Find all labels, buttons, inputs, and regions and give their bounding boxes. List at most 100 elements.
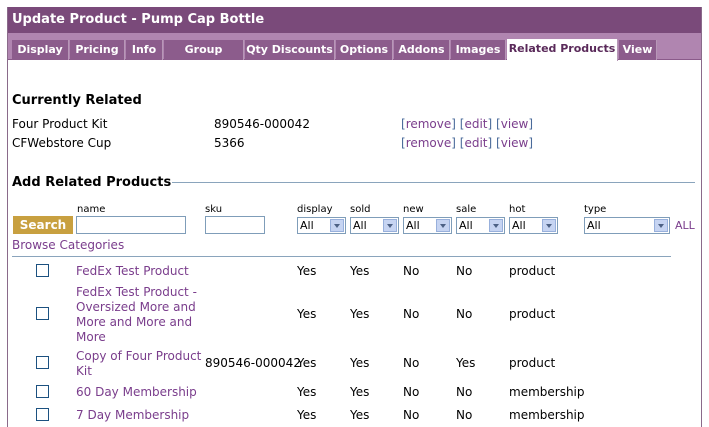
type-value: membership bbox=[509, 408, 585, 422]
tab-display[interactable]: Display bbox=[12, 40, 69, 60]
all-link[interactable]: ALL bbox=[675, 219, 695, 232]
name-search-input[interactable] bbox=[76, 216, 186, 234]
sold-filter-label: sold bbox=[350, 204, 371, 215]
sku-search-input[interactable] bbox=[205, 216, 265, 234]
new-value: No bbox=[403, 356, 420, 370]
select-checkbox[interactable] bbox=[36, 356, 49, 369]
product-link[interactable]: FedEx Test Product bbox=[76, 264, 189, 279]
product-link[interactable]: FedEx Test Product - Oversized More and … bbox=[76, 285, 197, 345]
currently-related-heading: Currently Related bbox=[12, 93, 142, 108]
new-value: No bbox=[403, 385, 420, 399]
sold-value: Yes bbox=[350, 408, 370, 422]
related-item-actions: [remove] [edit] [view] bbox=[401, 117, 534, 131]
related-item-name: Four Product Kit bbox=[12, 117, 108, 131]
display-value: Yes bbox=[297, 356, 317, 370]
chevron-down-icon bbox=[654, 219, 668, 232]
new-select-value: All bbox=[406, 219, 420, 232]
new-value: No bbox=[403, 264, 420, 278]
view-link[interactable]: view bbox=[501, 136, 529, 150]
product-name-line: More and More and bbox=[76, 315, 193, 329]
display-value: Yes bbox=[297, 264, 317, 278]
new-select[interactable]: All bbox=[403, 217, 452, 234]
add-related-heading: Add Related Products bbox=[12, 175, 172, 190]
section-divider bbox=[172, 182, 695, 183]
tab-related-products[interactable]: Related Products bbox=[507, 39, 618, 61]
product-name-line: Oversized More and bbox=[76, 300, 196, 314]
new-filter-label: new bbox=[403, 204, 424, 215]
edit-link[interactable]: edit bbox=[464, 117, 487, 131]
sale-value: No bbox=[456, 385, 473, 399]
type-value: product bbox=[509, 264, 556, 278]
type-filter-label: type bbox=[584, 204, 607, 215]
hot-filter-label: hot bbox=[509, 204, 526, 215]
type-value: membership bbox=[509, 385, 585, 399]
new-value: No bbox=[403, 307, 420, 321]
product-link[interactable]: 60 Day Membership bbox=[76, 385, 197, 400]
sale-select[interactable]: All bbox=[456, 217, 505, 234]
edit-link[interactable]: edit bbox=[464, 136, 487, 150]
chevron-down-icon bbox=[489, 219, 503, 232]
sold-value: Yes bbox=[350, 356, 370, 370]
remove-link[interactable]: remove bbox=[406, 136, 452, 150]
sold-value: Yes bbox=[350, 307, 370, 321]
sale-select-value: All bbox=[459, 219, 473, 232]
type-select[interactable]: All bbox=[584, 217, 670, 234]
product-name-line: 7 Day Membership bbox=[76, 408, 190, 422]
type-select-value: All bbox=[587, 219, 601, 232]
display-select-value: All bbox=[300, 219, 314, 232]
chevron-down-icon bbox=[542, 219, 556, 232]
select-checkbox[interactable] bbox=[36, 408, 49, 421]
search-button[interactable]: Search bbox=[13, 216, 73, 234]
name-filter-label: name bbox=[77, 204, 106, 215]
display-value: Yes bbox=[297, 385, 317, 399]
sold-select[interactable]: All bbox=[350, 217, 399, 234]
sale-value: No bbox=[456, 307, 473, 321]
sku-value: 890546-000042 bbox=[205, 356, 301, 370]
browse-categories-link[interactable]: Browse Categories bbox=[12, 238, 124, 252]
product-link[interactable]: Copy of Four Product Kit bbox=[76, 349, 201, 379]
tab-info[interactable]: Info bbox=[126, 40, 163, 60]
type-value: product bbox=[509, 307, 556, 321]
sale-value: No bbox=[456, 264, 473, 278]
view-link[interactable]: view bbox=[501, 117, 529, 131]
tab-images[interactable]: Images bbox=[451, 40, 506, 60]
product-name-line: FedEx Test Product bbox=[76, 264, 189, 278]
select-checkbox[interactable] bbox=[36, 264, 49, 277]
results-divider bbox=[12, 256, 671, 257]
related-item-actions: [remove] [edit] [view] bbox=[401, 136, 534, 150]
select-checkbox[interactable] bbox=[36, 307, 49, 320]
tab-pricing[interactable]: Pricing bbox=[70, 40, 125, 60]
product-link[interactable]: 7 Day Membership bbox=[76, 408, 189, 423]
product-name-line: 60 Day Membership bbox=[76, 385, 197, 399]
hot-select[interactable]: All bbox=[509, 217, 558, 234]
type-value: product bbox=[509, 356, 556, 370]
sale-filter-label: sale bbox=[456, 204, 477, 215]
product-name-line: More bbox=[76, 330, 106, 344]
tab-addons[interactable]: Addons bbox=[394, 40, 450, 60]
sold-value: Yes bbox=[350, 264, 370, 278]
sku-filter-label: sku bbox=[205, 204, 223, 215]
hot-select-value: All bbox=[512, 219, 526, 232]
display-value: Yes bbox=[297, 307, 317, 321]
related-item-sku: 5366 bbox=[214, 136, 245, 150]
sold-select-value: All bbox=[353, 219, 367, 232]
tab-group-prices[interactable]: Group Prices bbox=[164, 40, 244, 76]
select-checkbox[interactable] bbox=[36, 385, 49, 398]
display-select[interactable]: All bbox=[297, 217, 346, 234]
product-name-line: Kit bbox=[76, 364, 92, 378]
related-item-name: CFWebstore Cup bbox=[12, 136, 112, 150]
sold-value: Yes bbox=[350, 385, 370, 399]
tab-bar: Display Pricing Info Group Prices Qty Di… bbox=[8, 33, 701, 76]
chevron-down-icon bbox=[383, 219, 397, 232]
tab-qty-discounts[interactable]: Qty Discounts bbox=[245, 40, 335, 60]
related-item-sku: 890546-000042 bbox=[214, 117, 310, 131]
product-name-line: Copy of Four Product bbox=[76, 349, 202, 363]
window-title: Update Product - Pump Cap Bottle bbox=[8, 7, 701, 33]
display-value: Yes bbox=[297, 408, 317, 422]
tab-options[interactable]: Options bbox=[336, 40, 393, 60]
chevron-down-icon bbox=[436, 219, 450, 232]
remove-link[interactable]: remove bbox=[406, 117, 452, 131]
sale-value: Yes bbox=[456, 356, 476, 370]
sale-value: No bbox=[456, 408, 473, 422]
tab-view[interactable]: View bbox=[619, 40, 657, 60]
